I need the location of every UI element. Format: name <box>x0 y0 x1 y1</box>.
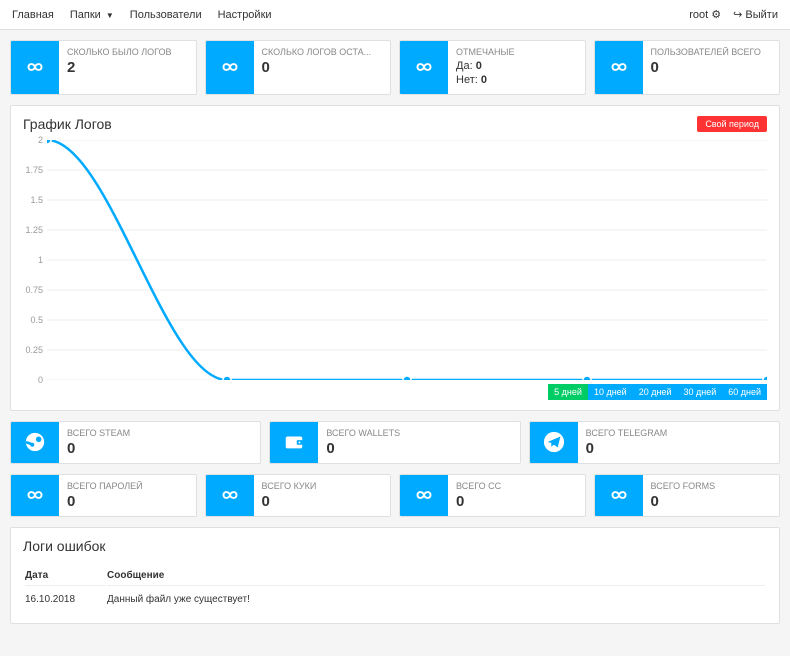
chart-area: 21.751.51.2510.750.50.250 <box>47 140 767 380</box>
nav-folders[interactable]: Папки ▼ <box>70 9 114 21</box>
log-header-message: Сообщение <box>107 566 765 586</box>
custom-period-button[interactable]: Свой период <box>697 116 767 132</box>
stat-passwords: ВСЕГО ПАРОЛЕЙ 0 <box>10 474 197 517</box>
period-5d[interactable]: 5 дней <box>548 384 588 400</box>
bottom-stats-row: ВСЕГО ПАРОЛЕЙ 0 ВСЕГО КУКИ 0 ВСЕГО CC 0 … <box>10 474 780 517</box>
y-tick-label: 1.25 <box>25 225 43 235</box>
log-message: Данный файл уже существует! <box>107 588 765 611</box>
y-tick-label: 0.5 <box>30 315 43 325</box>
chart-title: График Логов <box>23 116 112 132</box>
chart-panel: График Логов Свой период 21.751.51.2510.… <box>10 105 780 411</box>
infinity-icon <box>11 41 59 94</box>
nav-settings[interactable]: Настройки <box>218 9 272 21</box>
y-tick-label: 1.75 <box>25 165 43 175</box>
stat-title: ВСЕГО КУКИ <box>262 481 383 491</box>
stat-value: 0 <box>456 493 577 510</box>
stat-telegram: ВСЕГО TELEGRAM 0 <box>529 421 780 464</box>
stat-value: 2 <box>67 59 188 76</box>
y-axis-labels: 21.751.51.2510.750.50.250 <box>23 140 43 380</box>
logout-icon: ↪ <box>733 9 742 21</box>
period-20d[interactable]: 20 дней <box>633 384 678 400</box>
infinity-icon <box>595 41 643 94</box>
infinity-icon <box>206 475 254 516</box>
stat-title: ВСЕГО WALLETS <box>326 428 511 438</box>
infinity-icon <box>400 475 448 516</box>
mid-stats-row: ВСЕГО STEAM 0 ВСЕГО WALLETS 0 ВСЕГО TELE… <box>10 421 780 464</box>
y-tick-label: 1.5 <box>30 195 43 205</box>
stat-title: ВСЕГО FORMS <box>651 481 772 491</box>
stat-value: 0 <box>586 440 771 457</box>
stat-logs-remaining: СКОЛЬКО ЛОГОВ ОСТА... 0 <box>205 40 392 95</box>
stat-title: СКОЛЬКО БЫЛО ЛОГОВ <box>67 47 188 57</box>
period-30d[interactable]: 30 дней <box>677 384 722 400</box>
telegram-icon <box>530 422 578 463</box>
log-date: 16.10.2018 <box>25 588 105 611</box>
stat-title: ВСЕГО ПАРОЛЕЙ <box>67 481 188 491</box>
content: СКОЛЬКО БЫЛО ЛОГОВ 2 СКОЛЬКО ЛОГОВ ОСТА.… <box>0 30 790 634</box>
y-tick-label: 1 <box>38 255 43 265</box>
stat-title: ВСЕГО STEAM <box>67 428 252 438</box>
error-logs-table: Дата Сообщение 16.10.2018Данный файл уже… <box>23 564 767 613</box>
log-header-date: Дата <box>25 566 105 586</box>
nav-home[interactable]: Главная <box>12 9 54 21</box>
stat-total-logs: СКОЛЬКО БЫЛО ЛОГОВ 2 <box>10 40 197 95</box>
error-logs-panel: Логи ошибок Дата Сообщение 16.10.2018Дан… <box>10 527 780 624</box>
infinity-icon <box>595 475 643 516</box>
stat-value: 0 <box>262 493 383 510</box>
stat-forms: ВСЕГО FORMS 0 <box>594 474 781 517</box>
y-tick-label: 0 <box>38 375 43 385</box>
error-logs-title: Логи ошибок <box>23 538 767 554</box>
stat-marked: ОТМЕЧАНЫЕ Да: 0 Нет: 0 <box>399 40 586 95</box>
top-stats-row: СКОЛЬКО БЫЛО ЛОГОВ 2 СКОЛЬКО ЛОГОВ ОСТА.… <box>10 40 780 95</box>
infinity-icon <box>400 41 448 94</box>
period-selector: 5 дней 10 дней 20 дней 30 дней 60 дней <box>23 384 767 400</box>
stat-steam: ВСЕГО STEAM 0 <box>10 421 261 464</box>
stat-value: 0 <box>262 59 383 76</box>
navbar: Главная Папки ▼ Пользователи Настройки r… <box>0 0 790 30</box>
logout-button[interactable]: ↪ Выйти <box>733 8 778 21</box>
y-tick-label: 0.75 <box>25 285 43 295</box>
stat-title: ВСЕГО CC <box>456 481 577 491</box>
nav-right: root ⚙ ↪ Выйти <box>689 8 778 21</box>
stat-value: Да: 0 Нет: 0 <box>456 59 577 88</box>
period-60d[interactable]: 60 дней <box>722 384 767 400</box>
steam-icon <box>11 422 59 463</box>
logout-label: Выйти <box>745 9 778 21</box>
y-tick-label: 2 <box>38 135 43 145</box>
nav-left: Главная Папки ▼ Пользователи Настройки <box>12 9 272 21</box>
stat-value: 0 <box>326 440 511 457</box>
stat-cc: ВСЕГО CC 0 <box>399 474 586 517</box>
infinity-icon <box>11 475 59 516</box>
period-10d[interactable]: 10 дней <box>588 384 633 400</box>
user-menu[interactable]: root ⚙ <box>689 8 721 21</box>
stat-value: 0 <box>651 59 772 76</box>
table-row: 16.10.2018Данный файл уже существует! <box>25 588 765 611</box>
stat-title: ОТМЕЧАНЫЕ <box>456 47 577 57</box>
stat-value: 0 <box>67 440 252 457</box>
stat-value: 0 <box>67 493 188 510</box>
stat-title: СКОЛЬКО ЛОГОВ ОСТА... <box>262 47 383 57</box>
nav-users[interactable]: Пользователи <box>130 9 202 21</box>
username: root <box>689 9 708 21</box>
stat-total-users: ПОЛЬЗОВАТЕЛЕЙ ВСЕГО 0 <box>594 40 781 95</box>
stat-wallets: ВСЕГО WALLETS 0 <box>269 421 520 464</box>
caret-down-icon: ▼ <box>106 11 114 20</box>
nav-folders-label: Папки <box>70 9 101 21</box>
wallet-icon <box>270 422 318 463</box>
stat-value: 0 <box>651 493 772 510</box>
stat-title: ВСЕГО TELEGRAM <box>586 428 771 438</box>
y-tick-label: 0.25 <box>25 345 43 355</box>
stat-cookies: ВСЕГО КУКИ 0 <box>205 474 392 517</box>
gear-icon: ⚙ <box>711 9 721 21</box>
infinity-icon <box>206 41 254 94</box>
stat-title: ПОЛЬЗОВАТЕЛЕЙ ВСЕГО <box>651 47 772 57</box>
line-chart <box>47 140 767 380</box>
